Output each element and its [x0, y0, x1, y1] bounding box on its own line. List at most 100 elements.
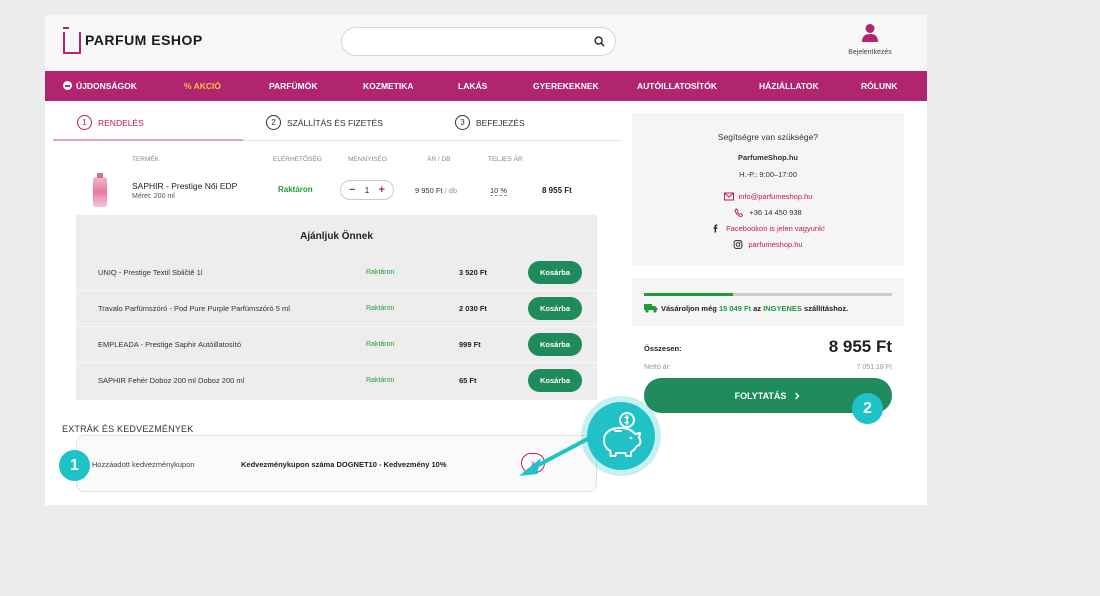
reco-availability: Raktáron [366, 377, 395, 384]
step-szallitas[interactable]: 2 SZÁLLÍTÁS ÉS FIZETÉS [266, 115, 383, 130]
list-item: SAPHIR Fehér Doboz 200 ml Doboz 200 ml R… [76, 363, 597, 399]
product-image[interactable] [93, 173, 107, 207]
reco-availability: Raktáron [366, 341, 395, 348]
shipping-progress-fill [644, 293, 734, 296]
help-facebook-link[interactable]: Facebookon is jelen vagyunk! [632, 224, 904, 233]
nav-item-autoillatositok[interactable]: AUTÓILLATOSÍTÓK [637, 81, 717, 91]
list-item: EMPLEADA - Prestige Saphir Autóillatosít… [76, 327, 597, 363]
unit-price-value: 9 950 Ft [415, 186, 443, 195]
net-label: Nettó ár: [644, 364, 671, 371]
coupon-label: Hozzáadott kedvezménykupon [92, 460, 195, 469]
search-bar [341, 27, 616, 56]
annotation-badge-2: 2 [852, 393, 883, 424]
user-icon [862, 24, 878, 42]
availability-badge: Raktáron [278, 185, 313, 194]
nav-item-parfumok[interactable]: PARFÜMÖK [269, 81, 317, 91]
reco-availability: Raktáron [366, 305, 395, 312]
discount-percent: 10 % [490, 186, 508, 196]
quantity-value[interactable]: 1 [365, 186, 369, 195]
coupon-value: Kedvezménykupon száma DOGNET10 - Kedvezm… [241, 460, 447, 469]
page: PARFUM ESHOP Bejelentkezés ÚJDONSÁGOK % … [45, 15, 927, 505]
col-header-total: TELJES ÁR [488, 156, 523, 163]
add-to-cart-button[interactable]: Kosárba [528, 297, 582, 320]
help-instagram-link[interactable]: parfumeshop.hu [632, 240, 904, 249]
step-label: RENDELÉS [98, 117, 144, 128]
free-shipping-box: Vásároljon még 15 049 Ft az INGYENES szá… [632, 278, 904, 326]
annotation-badge-1: 1 [59, 450, 90, 481]
reco-product-name[interactable]: Travalo Parfümszóró - Pod Pure Purple Pa… [98, 291, 303, 327]
reco-price: 2 030 Ft [459, 304, 487, 313]
col-header-availability: ELÉRHETŐSÉG [273, 156, 322, 163]
help-email-link[interactable]: info@parfumeshop.hu [632, 192, 904, 201]
add-to-cart-button[interactable]: Kosárba [528, 261, 582, 284]
nav-item-haziallatok[interactable]: HÁZIÁLLATOK [759, 81, 819, 91]
help-phone: +36 14 450 938 [749, 208, 802, 217]
help-phone-link[interactable]: +36 14 450 938 [632, 208, 904, 217]
nav-item-gyerekeknek[interactable]: GYEREKEKNEK [533, 81, 599, 91]
list-item: Travalo Parfümszóró - Pod Pure Purple Pa… [76, 291, 597, 327]
shipping-free: INGYENES [763, 303, 802, 313]
step-number: 3 [455, 115, 470, 130]
help-hours: H.-P.: 9:00–17:00 [739, 170, 797, 179]
phone-icon [734, 208, 744, 217]
login-label: Bejelentkezés [848, 49, 892, 56]
line-total: 8 955 Ft [542, 186, 572, 195]
nav-item-rolunk[interactable]: RÓLUNK [861, 81, 897, 91]
shipping-amount: 15 049 Ft [718, 303, 752, 313]
recommendations-panel: Ajánljuk Önnek UNIQ - Prestige Textil Sb… [76, 215, 597, 400]
reco-product-name[interactable]: EMPLEADA - Prestige Saphir Autóillatosít… [98, 327, 303, 363]
add-to-cart-button[interactable]: Kosárba [528, 333, 582, 356]
step-label: SZÁLLÍTÁS ÉS FIZETÉS [287, 117, 383, 128]
shipping-text-prefix: Vásároljon még [661, 303, 717, 313]
net-value: 7 051,18 Ft [856, 364, 892, 371]
reco-product-name[interactable]: UNIQ - Prestige Textil Sbličtě 1l [98, 255, 303, 291]
envelope-icon [723, 192, 734, 201]
help-instagram: parfumeshop.hu [748, 240, 803, 249]
instagram-icon [734, 240, 743, 249]
help-box: Segítségre van szüksége? ParfumeShop.hu … [632, 113, 904, 265]
quantity-stepper: − 1 + [340, 180, 394, 200]
search-input[interactable] [354, 28, 594, 55]
nav-item-kozmetika[interactable]: KOZMETIKA [363, 81, 414, 91]
step-befejezes[interactable]: 3 BEFEJEZÉS [455, 115, 525, 130]
quantity-decrease-button[interactable]: − [349, 184, 355, 196]
step-rendeles[interactable]: 1 RENDELÉS [77, 115, 144, 130]
shipping-message: Vásároljon még 15 049 Ft az INGYENES szá… [644, 303, 848, 313]
shipping-progress-bar [644, 293, 892, 296]
login-button[interactable]: Bejelentkezés [835, 23, 905, 56]
nav-item-label: ÚJDONSÁGOK [76, 81, 137, 91]
logo[interactable]: PARFUM ESHOP [63, 25, 203, 55]
facebook-icon [713, 224, 718, 233]
nav-item-ujdonsagok[interactable]: ÚJDONSÁGOK [63, 81, 137, 91]
quantity-increase-button[interactable]: + [379, 184, 385, 196]
product-size: Méret: 200 ml [132, 193, 175, 200]
logo-mark [63, 27, 81, 54]
help-email: info@parfumeshop.hu [738, 192, 813, 201]
reco-price: 65 Ft [459, 376, 477, 385]
shipping-text-mid: az [753, 303, 762, 313]
step-number: 1 [77, 115, 92, 130]
col-header-quantity: MENNYISÉG [348, 156, 388, 163]
help-title: Segítségre van szüksége? [717, 132, 819, 142]
total-value: 8 955 Ft [828, 337, 892, 356]
search-icon[interactable] [594, 36, 605, 47]
active-step-underline [53, 139, 243, 141]
step-number: 2 [266, 115, 281, 130]
nav-item-akcio[interactable]: % AKCIÓ [184, 81, 221, 91]
total-label: Összesen: [644, 344, 682, 353]
col-header-unit-price: ÁR / DB [427, 156, 451, 163]
reco-product-name[interactable]: SAPHIR Fehér Doboz 200 ml Doboz 200 ml [98, 363, 303, 399]
logo-text: PARFUM ESHOP [85, 32, 203, 48]
list-item: UNIQ - Prestige Textil Sbličtě 1l Raktár… [76, 255, 597, 291]
reco-price: 3 520 Ft [459, 268, 487, 277]
unit-price: 9 950 Ft / db [415, 186, 457, 195]
product-name[interactable]: SAPHIR - Prestige Női EDP [132, 181, 237, 191]
extras-title: EXTRÁK ÉS KEDVEZMÉNYEK [62, 424, 194, 434]
nav-item-lakas[interactable]: LAKÁS [458, 81, 487, 91]
reco-price: 999 Ft [459, 340, 481, 349]
add-to-cart-button[interactable]: Kosárba [528, 369, 582, 392]
help-facebook: Facebookon is jelen vagyunk! [726, 224, 825, 233]
header: PARFUM ESHOP Bejelentkezés [45, 15, 927, 71]
shipping-text-suffix: szállításhoz. [804, 303, 849, 313]
help-site: ParfumeShop.hu [737, 153, 798, 162]
